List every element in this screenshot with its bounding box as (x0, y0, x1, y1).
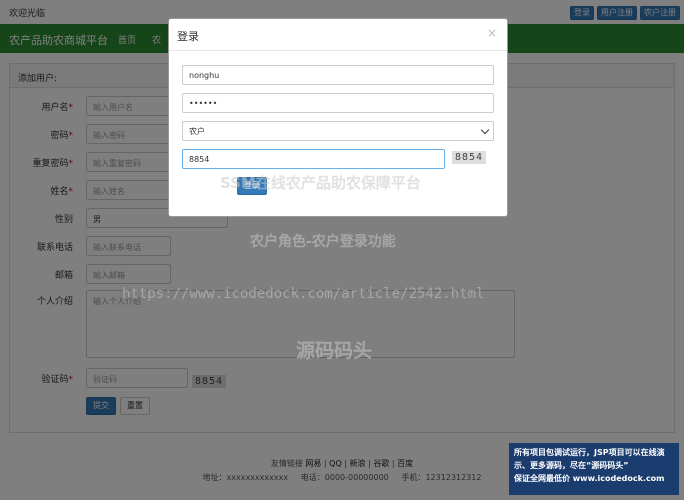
modal-password-input[interactable]: •••••• (182, 93, 494, 113)
watermark-url: https://www.icodedock.com/article/2542.h… (122, 286, 485, 302)
modal-captcha-image[interactable]: 8854 (452, 151, 487, 164)
promo-line-3: 保证全网最低价 www.icodedock.com (514, 474, 665, 483)
role-value: 农户 (189, 127, 205, 136)
watermark-brand: 源码码头 (296, 340, 373, 362)
close-icon[interactable]: × (487, 26, 497, 40)
modal-captcha-input[interactable]: 8854 (182, 149, 445, 169)
chevron-down-icon (480, 125, 490, 135)
watermark-title: SSM在线农产品助农保障平台 (220, 174, 421, 192)
promo-line-2: 示、更多源码，尽在“源码码头” (514, 461, 629, 470)
modal-username-input[interactable]: nonghu (182, 65, 494, 85)
promo-box[interactable]: 所有项目包调试运行，JSP项目可以在线演 示、更多源码，尽在“源码码头” 保证全… (509, 443, 679, 495)
watermark-subtitle: 农户角色-农户登录功能 (250, 234, 396, 250)
modal-role-select[interactable]: 农户 (182, 121, 494, 141)
promo-line-1: 所有项目包调试运行，JSP项目可以在线演 (514, 448, 665, 457)
modal-header: 登录 × (169, 19, 507, 51)
modal-title: 登录 (177, 30, 199, 43)
